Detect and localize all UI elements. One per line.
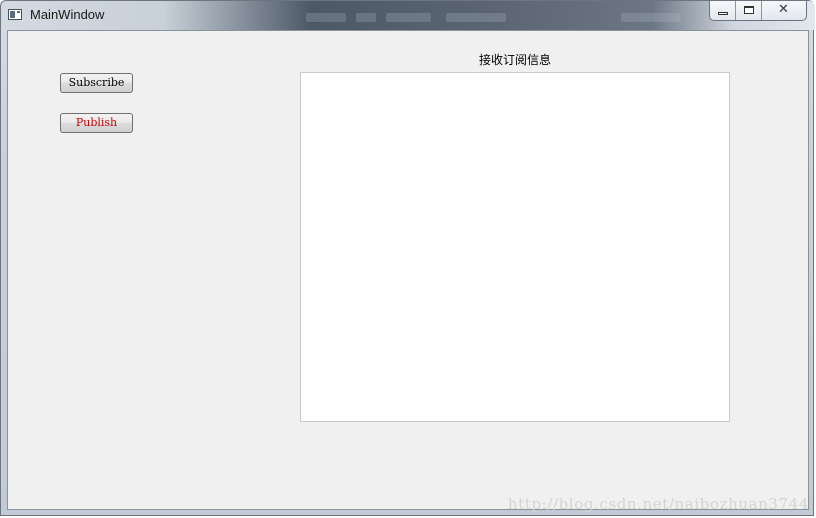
background-blur xyxy=(446,13,506,22)
background-blur xyxy=(356,13,376,22)
title-bar[interactable]: MainWindow xyxy=(1,1,815,30)
caption-buttons: ✕ xyxy=(709,1,807,21)
window-title: MainWindow xyxy=(30,7,105,22)
maximize-icon xyxy=(744,6,754,14)
client-area: Subscribe Publish 接收订阅信息 xyxy=(7,30,809,510)
minimize-icon xyxy=(718,12,728,15)
background-blur xyxy=(386,13,431,22)
subscribe-button[interactable]: Subscribe xyxy=(60,73,133,93)
received-messages-label: 接收订阅信息 xyxy=(478,53,551,67)
close-button[interactable]: ✕ xyxy=(762,1,806,20)
close-icon: ✕ xyxy=(778,2,789,17)
app-icon[interactable] xyxy=(8,9,22,20)
watermark-text: http://blog.csdn.net/naibozhuan3744 xyxy=(507,495,809,513)
maximize-button[interactable] xyxy=(736,1,762,20)
background-blur xyxy=(306,13,346,22)
minimize-button[interactable] xyxy=(710,1,736,20)
background-blur xyxy=(621,13,681,22)
publish-button[interactable]: Publish xyxy=(60,113,133,133)
main-window: MainWindow ✕ Subscribe Publish 接收订阅信息 ht… xyxy=(0,0,815,516)
received-messages-textbox[interactable] xyxy=(300,72,730,422)
